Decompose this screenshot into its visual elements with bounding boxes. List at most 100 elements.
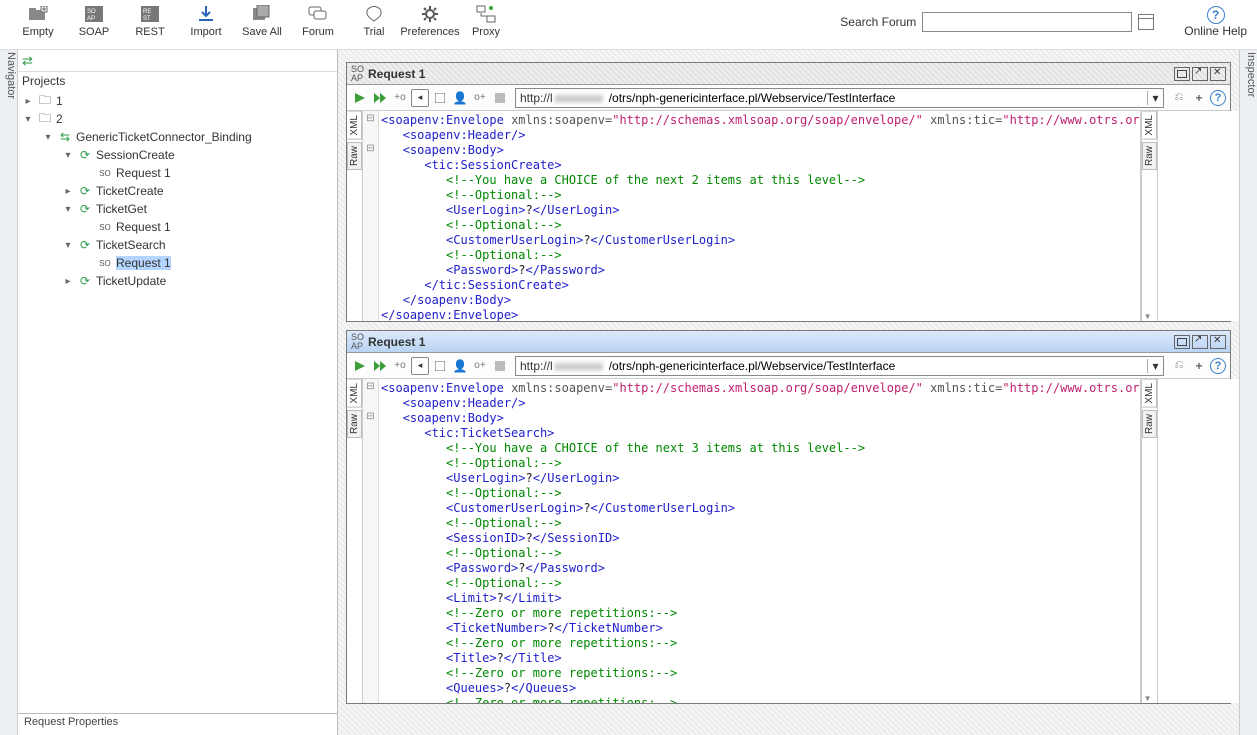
endpoint-url-field[interactable]: http://lxxxxxxxx▾ (515, 88, 1164, 108)
endpoint-url-input[interactable] (605, 359, 1147, 373)
window-titlebar[interactable]: SOAP Request 1 (347, 63, 1230, 85)
interface-icon: ⇆ (57, 130, 73, 144)
add-button[interactable]: + (1190, 89, 1208, 107)
tree-op-sessioncreate[interactable]: ▾⟳SessionCreate (18, 146, 337, 164)
settings-button[interactable]: o+ (471, 89, 489, 107)
side-tab-xml[interactable]: XML (347, 111, 362, 140)
tree-request-ticketget[interactable]: SORequest 1 (18, 218, 337, 236)
endpoint-url-field[interactable]: http://lxxxxxxxx▾ (515, 356, 1164, 376)
svg-text:ST: ST (143, 16, 151, 22)
projects-title: Projects (18, 72, 337, 90)
user-button[interactable]: 👤 (451, 89, 469, 107)
tree-op-ticketsearch[interactable]: ▾⟳TicketSearch (18, 236, 337, 254)
operation-icon: ⟳ (77, 238, 93, 252)
window-minimize-button[interactable] (1174, 67, 1190, 81)
request-icon: SO (97, 220, 113, 234)
request-toolbar: +o ◂ 👤 o+ http://lxxxxxxxx▾ ⎌ + ? (347, 353, 1230, 379)
back-button[interactable]: ◂ (411, 89, 429, 107)
back-button[interactable]: ◂ (411, 357, 429, 375)
submit-all-button[interactable] (371, 89, 389, 107)
forum-button[interactable]: Forum (290, 4, 346, 38)
soap-icon: SOAP (351, 65, 364, 83)
inspector-strip[interactable]: Inspector (1239, 50, 1257, 735)
add-assertion-button[interactable]: +o (391, 357, 409, 375)
online-help-button[interactable]: ? Online Help (1184, 6, 1247, 38)
folder-icon: 🗀 (37, 94, 53, 108)
request-editor[interactable]: ⊟⊟<soapenv:Envelope xmlns:soapenv="http:… (363, 379, 1141, 703)
empty-button[interactable]: Empty (10, 4, 66, 38)
window-close-button[interactable] (1210, 67, 1226, 81)
request-side-tabs: XML Raw (347, 379, 363, 703)
rest-button[interactable]: REST REST (122, 4, 178, 38)
help-icon[interactable]: ? (1210, 358, 1226, 374)
tree-request-ticketsearch[interactable]: SORequest 1 (18, 254, 337, 272)
import-button[interactable]: Import (178, 4, 234, 38)
side-tab-raw[interactable]: Raw (347, 142, 362, 170)
proxy-button[interactable]: Proxy (458, 4, 514, 38)
side-tab-raw[interactable]: Raw (347, 410, 362, 438)
record-button[interactable] (491, 357, 509, 375)
tree-request-sessioncreate[interactable]: SORequest 1 (18, 164, 337, 182)
saveall-button[interactable]: Save All (234, 4, 290, 38)
resp-side-tab-xml[interactable]: XML (1142, 111, 1157, 140)
side-tab-xml[interactable]: XML (347, 379, 362, 408)
resp-side-tab-xml[interactable]: XML (1142, 379, 1157, 408)
project-tree: ▸🗀1 ▾🗀2 ▾⇆GenericTicketConnector_Binding… (18, 90, 337, 713)
folder-icon: 🗀 (37, 112, 53, 126)
tree-project-1[interactable]: ▸🗀1 (18, 92, 337, 110)
rest-icon: REST (139, 4, 161, 24)
window-maximize-button[interactable] (1192, 67, 1208, 81)
tree-op-ticketcreate[interactable]: ▸⟳TicketCreate (18, 182, 337, 200)
ws-button[interactable]: ⎌ (1170, 89, 1188, 107)
tree-binding[interactable]: ▾⇆GenericTicketConnector_Binding (18, 128, 337, 146)
tree-project-2[interactable]: ▾🗀2 (18, 110, 337, 128)
xml-code[interactable]: <soapenv:Envelope xmlns:soapenv="http://… (379, 379, 1140, 703)
response-side-tabs: XML Raw (1142, 379, 1158, 703)
soap-button[interactable]: SOAP SOAP (66, 4, 122, 38)
window-maximize-button[interactable] (1192, 335, 1208, 349)
trial-icon (363, 4, 385, 24)
svg-text:SO: SO (87, 9, 96, 15)
request-editor[interactable]: ⊟⊟<soapenv:Envelope xmlns:soapenv="http:… (363, 111, 1141, 321)
endpoint-url-input[interactable] (605, 91, 1147, 105)
operation-icon: ⟳ (77, 184, 93, 198)
request-side-tabs: XML Raw (347, 111, 363, 321)
preferences-button[interactable]: Preferences (402, 4, 458, 38)
tree-op-ticketupdate[interactable]: ▸⟳TicketUpdate (18, 272, 337, 290)
navigator-strip[interactable]: Navigator (0, 50, 18, 735)
submit-all-button[interactable] (371, 357, 389, 375)
ws-button[interactable]: ⎌ (1170, 357, 1188, 375)
settings-button[interactable]: o+ (471, 357, 489, 375)
xml-code[interactable]: <soapenv:Envelope xmlns:soapenv="http://… (379, 111, 1140, 321)
calendar-icon[interactable] (1138, 14, 1154, 30)
request-icon: SO (97, 256, 113, 270)
svg-text:RE: RE (143, 9, 151, 15)
soap-icon: SOAP (351, 333, 364, 351)
resp-side-tab-raw[interactable]: Raw (1142, 142, 1157, 170)
request-window-2: SOAP Request 1 +o ◂ 👤 o+ http://lxxxxxxx… (346, 330, 1231, 704)
editor-area: SOAP Request 1 +o ◂ 👤 o+ http://lxxxxxxx… (338, 50, 1239, 735)
tree-op-ticketget[interactable]: ▾⟳TicketGet (18, 200, 337, 218)
response-pane[interactable] (1158, 379, 1239, 703)
response-pane[interactable] (1158, 111, 1239, 321)
window-titlebar[interactable]: SOAP Request 1 (347, 331, 1230, 353)
folder-plus-icon (27, 4, 49, 24)
search-forum-input[interactable] (922, 12, 1132, 32)
stop-button[interactable] (431, 357, 449, 375)
url-dropdown[interactable]: ▾ (1147, 359, 1163, 373)
svg-text:AP: AP (87, 16, 95, 22)
help-icon[interactable]: ? (1210, 90, 1226, 106)
url-dropdown[interactable]: ▾ (1147, 91, 1163, 105)
trial-button[interactable]: Trial (346, 4, 402, 38)
add-assertion-button[interactable]: +o (391, 89, 409, 107)
window-close-button[interactable] (1210, 335, 1226, 349)
add-button[interactable]: + (1190, 357, 1208, 375)
window-minimize-button[interactable] (1174, 335, 1190, 349)
record-button[interactable] (491, 89, 509, 107)
sync-icon[interactable]: ⇄ (22, 53, 33, 69)
submit-button[interactable] (351, 89, 369, 107)
submit-button[interactable] (351, 357, 369, 375)
resp-side-tab-raw[interactable]: Raw (1142, 410, 1157, 438)
stop-button[interactable] (431, 89, 449, 107)
user-button[interactable]: 👤 (451, 357, 469, 375)
